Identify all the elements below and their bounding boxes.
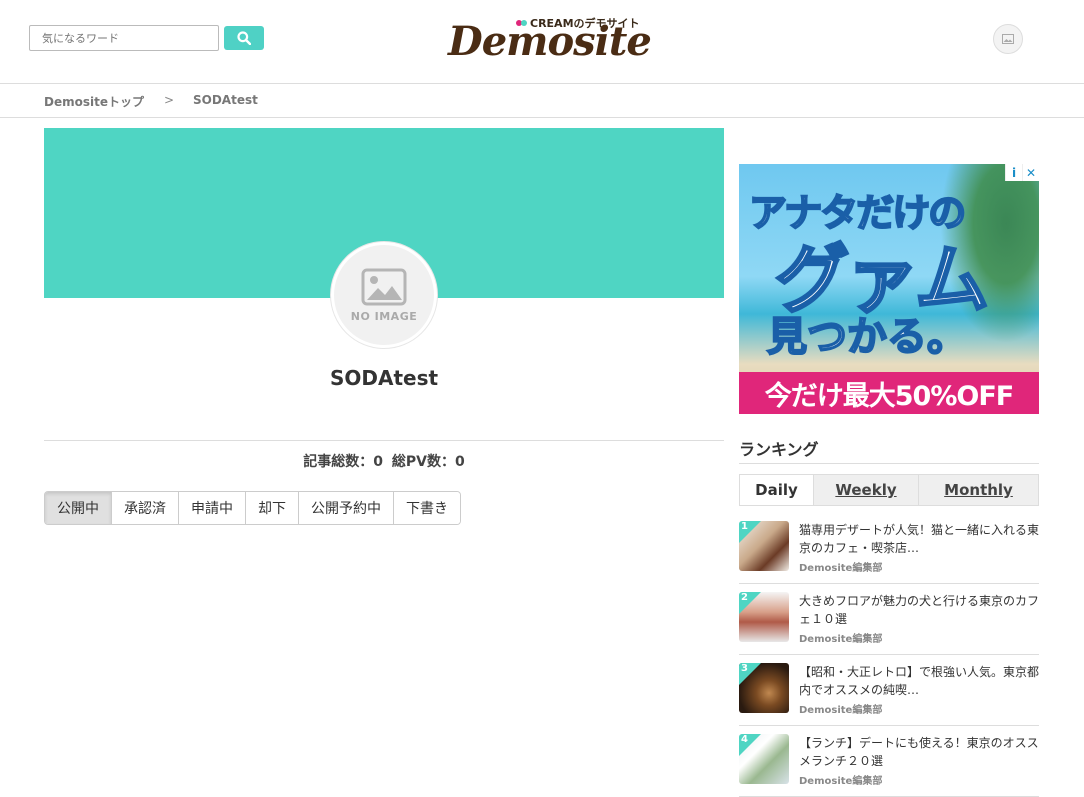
ranking-item[interactable]: 3 【昭和・大正レトロ】で根強い人気。東京都内でオススメの純喫… Demosit…: [739, 655, 1039, 726]
ranking-thumbnail: 3: [739, 663, 789, 713]
tab-pending[interactable]: 申請中: [179, 492, 246, 524]
ranking-tab-daily[interactable]: Daily: [740, 475, 814, 505]
ranking-thumbnail: 2: [739, 592, 789, 642]
breadcrumb: Demositeトップ > SODAtest: [0, 84, 1084, 118]
site-header: CREAMのデモサイト Demosite: [0, 0, 1084, 84]
tab-draft[interactable]: 下書き: [394, 492, 460, 524]
ad-controls: i ✕: [1005, 164, 1039, 181]
ranking-item-title[interactable]: 猫専用デザートが人気！猫と一緒に入れる東京のカフェ・喫茶店…: [799, 521, 1039, 557]
sidebar-ad[interactable]: アナタだけの グァム 見つかる。 今だけ最大50%OFF i ✕: [739, 164, 1039, 414]
logo-wordmark: Demosite: [448, 18, 652, 65]
ranking-thumbnail: 1: [739, 521, 789, 571]
ranking-item-title[interactable]: 【ランチ】デートにも使える！東京のオススメランチ２０選: [799, 734, 1039, 770]
ranking-tab-weekly[interactable]: Weekly: [814, 475, 919, 505]
user-avatar[interactable]: [993, 24, 1023, 54]
tab-rejected[interactable]: 却下: [246, 492, 299, 524]
ranking-item[interactable]: 1 猫専用デザートが人気！猫と一緒に入れる東京のカフェ・喫茶店… Demosit…: [739, 513, 1039, 584]
ad-offer-banner: 今だけ最大50%OFF: [739, 372, 1039, 414]
ranking-title: ランキング: [739, 440, 819, 459]
ad-info-icon[interactable]: i: [1005, 164, 1022, 181]
pv-count: 総PV数：0: [391, 454, 465, 470]
breadcrumb-current: SODAtest: [193, 93, 258, 107]
rank-number: 4: [741, 734, 748, 745]
tab-scheduled[interactable]: 公開予約中: [299, 492, 394, 524]
rank-number: 2: [741, 592, 748, 603]
breadcrumb-home-link[interactable]: Demositeトップ: [44, 93, 144, 110]
tab-published[interactable]: 公開中: [45, 492, 112, 524]
breadcrumb-separator: >: [164, 93, 175, 107]
search-icon: [237, 31, 251, 45]
ranking-item-author: Demosite編集部: [799, 634, 883, 645]
no-image-label: NO IMAGE: [350, 309, 418, 323]
rank-number: 3: [741, 663, 748, 674]
article-count: 記事総数：0: [303, 454, 384, 470]
ranking-tabs: Daily Weekly Monthly: [739, 474, 1039, 506]
tab-approved[interactable]: 承認済: [112, 492, 179, 524]
ranking-divider: [739, 463, 1039, 464]
ranking-thumbnail: 4: [739, 734, 789, 784]
site-logo[interactable]: CREAMのデモサイト Demosite: [446, 14, 652, 68]
ad-close-icon[interactable]: ✕: [1022, 164, 1039, 181]
profile-divider: [44, 440, 724, 441]
search-input[interactable]: [29, 25, 219, 51]
ranking-item-author: Demosite編集部: [799, 705, 883, 716]
rank-number: 1: [741, 521, 748, 532]
profile-name: SODAtest: [329, 366, 439, 390]
profile-stats: 記事総数：0 総PV数：0: [44, 451, 724, 471]
article-status-tabs: 公開中 承認済 申請中 却下 公開予約中 下書き: [44, 491, 461, 525]
ranking-item-title[interactable]: 大きめフロアが魅力の犬と行ける東京のカフェ１０選: [799, 592, 1039, 628]
ad-headline-3: 見つかる。: [766, 313, 968, 361]
search-button[interactable]: [224, 26, 264, 50]
ranking-item-title[interactable]: 【昭和・大正レトロ】で根強い人気。東京都内でオススメの純喫…: [799, 663, 1039, 699]
ranking-tab-monthly[interactable]: Monthly: [919, 475, 1038, 505]
image-placeholder-icon: [361, 268, 407, 305]
ranking-item-author: Demosite編集部: [799, 563, 883, 574]
ranking-item[interactable]: 4 【ランチ】デートにも使える！東京のオススメランチ２０選 Demosite編集…: [739, 726, 1039, 797]
profile-avatar: NO IMAGE: [331, 242, 437, 348]
ranking-item[interactable]: 2 大きめフロアが魅力の犬と行ける東京のカフェ１０選 Demosite編集部: [739, 584, 1039, 655]
ranking-item-author: Demosite編集部: [799, 776, 883, 787]
image-placeholder-icon: [1002, 34, 1014, 44]
